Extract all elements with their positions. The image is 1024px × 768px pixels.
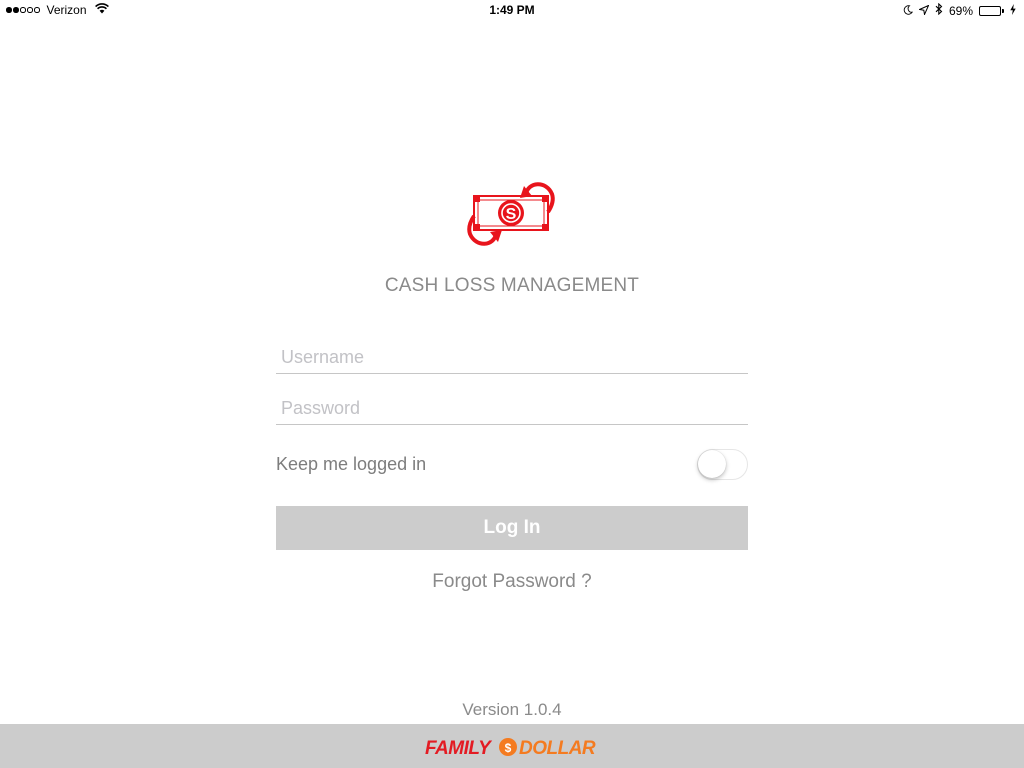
svg-text:DOLLAR: DOLLAR bbox=[519, 738, 596, 758]
svg-text:S: S bbox=[506, 206, 517, 223]
app-title: CASH LOSS MANAGEMENT bbox=[384, 275, 640, 296]
battery-percent: 69% bbox=[948, 3, 973, 18]
moon-icon bbox=[903, 4, 914, 18]
status-bar: Verizon 1:49 PM 69% bbox=[0, 0, 1024, 20]
money-transfer-icon: S bbox=[466, 172, 558, 256]
password-input[interactable] bbox=[276, 392, 748, 424]
version-label: Version 1.0.4 bbox=[462, 700, 562, 719]
battery-icon bbox=[979, 5, 1004, 16]
svg-text:$: $ bbox=[505, 741, 512, 755]
family-dollar-logo: FAMILY $ DOLLAR bbox=[425, 736, 600, 759]
keep-logged-in-toggle[interactable] bbox=[697, 449, 748, 480]
login-screen: Verizon 1:49 PM 69% S CASH LOSS MANAGEME… bbox=[0, 0, 1024, 768]
svg-text:FAMILY: FAMILY bbox=[425, 738, 493, 758]
login-button[interactable]: Log In bbox=[276, 506, 748, 550]
password-field-container bbox=[276, 392, 748, 425]
username-input[interactable] bbox=[276, 341, 748, 373]
forgot-password-link[interactable]: Forgot Password ? bbox=[0, 571, 1024, 593]
status-time: 1:49 PM bbox=[489, 3, 535, 17]
charging-icon bbox=[1010, 3, 1016, 18]
status-right: 69% bbox=[903, 2, 1016, 18]
toggle-knob bbox=[698, 450, 726, 478]
footer-bar: FAMILY $ DOLLAR bbox=[0, 724, 1024, 768]
bluetooth-icon bbox=[935, 2, 943, 18]
keep-logged-in-row: Keep me logged in bbox=[276, 449, 748, 481]
username-field-container bbox=[276, 341, 748, 374]
keep-logged-in-label: Keep me logged in bbox=[276, 454, 427, 474]
location-icon bbox=[917, 4, 930, 18]
